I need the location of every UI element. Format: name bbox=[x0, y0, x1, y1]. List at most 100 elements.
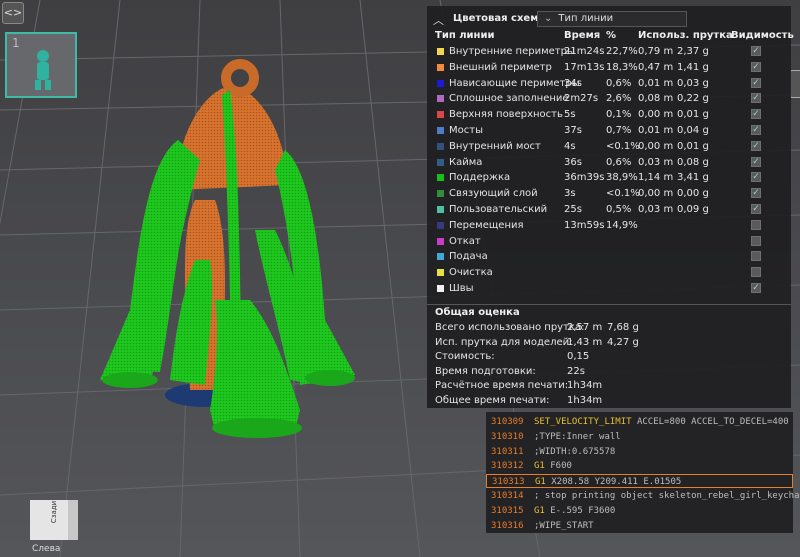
visibility-checkbox[interactable]: ✓ bbox=[751, 172, 761, 183]
estimate-row: Общее время печати: 1h34m bbox=[435, 395, 775, 409]
line-type-weight: 0,09 g bbox=[677, 204, 709, 215]
visibility-checkbox[interactable]: ✓ bbox=[751, 46, 761, 56]
gcode-line[interactable]: 310311 ;WIDTH:0.675578 bbox=[486, 445, 793, 459]
visibility-checkbox[interactable]: ✓ bbox=[751, 61, 761, 72]
gcode-args: F600 bbox=[544, 461, 572, 472]
visibility-checkbox[interactable]: ✓ bbox=[751, 93, 761, 104]
legend-row: Швы ✓ bbox=[427, 282, 791, 298]
line-type-name: Внутренние периметры bbox=[449, 46, 575, 57]
line-type-length: 0,47 m bbox=[638, 61, 674, 73]
visibility-checkbox[interactable] bbox=[751, 219, 761, 230]
gcode-line-text: G1 E-.595 F3600 bbox=[534, 506, 615, 516]
line-type-percent: 0,5% bbox=[606, 204, 632, 215]
gcode-viewer: 310309 SET_VELOCITY_LIMIT ACCEL=800 ACCEL… bbox=[486, 412, 800, 533]
estimate-label: Расчётное время печати: bbox=[435, 380, 569, 391]
sidebar-handle-icon[interactable] bbox=[790, 70, 800, 98]
gcode-line-text: SET_VELOCITY_LIMIT ACCEL=800 ACCEL_TO_DE… bbox=[534, 417, 789, 427]
line-type-percent: 22,7% bbox=[606, 46, 638, 57]
gcode-args: E-.595 F3600 bbox=[544, 505, 616, 516]
gcode-line[interactable]: 310314 ; stop printing object skeleton_re… bbox=[486, 489, 800, 503]
gcode-command: G1 bbox=[534, 505, 545, 516]
legend-row: Внутренний мост 4s <0.1% 0,00 m 0,01 g ✓ bbox=[427, 140, 791, 156]
gcode-line-current[interactable]: 310313 G1 X208.58 Y209.411 E.01505 bbox=[486, 474, 793, 489]
plate-thumbnail[interactable]: 1 bbox=[5, 32, 77, 98]
line-type-length: 0,00 m bbox=[638, 109, 674, 121]
line-type-length: 1,14 m bbox=[638, 172, 674, 184]
gcode-line-text: ;WIPE_START bbox=[534, 521, 594, 531]
view-cube-front[interactable] bbox=[30, 500, 68, 540]
gcode-line-number: 310311 bbox=[491, 446, 524, 457]
estimate-row: Расчётное время печати: 1h34m bbox=[435, 380, 775, 394]
estimate-row: Время подготовки: 22s bbox=[435, 366, 775, 380]
line-type-weight: 2,37 g bbox=[677, 46, 709, 57]
view-mode-select[interactable]: ⌄ Тип линии bbox=[537, 11, 687, 27]
color-swatch bbox=[437, 48, 444, 55]
gcode-line-text: ;WIDTH:0.675578 bbox=[534, 447, 615, 457]
line-type-length: 0,79 m bbox=[638, 46, 674, 57]
color-swatch bbox=[437, 95, 444, 103]
chevron-down-icon: ⌄ bbox=[544, 13, 553, 24]
line-type-percent: 0,7% bbox=[606, 125, 632, 136]
column-header-filament: Использ. прутка bbox=[638, 30, 733, 41]
line-type-name: Откат bbox=[449, 235, 481, 247]
line-type-percent: <0.1% bbox=[606, 140, 640, 152]
line-type-weight: 0,08 g bbox=[677, 156, 709, 168]
line-type-percent: 0,6% bbox=[606, 156, 632, 168]
estimate-label: Стоимость: bbox=[435, 351, 495, 362]
gcode-line[interactable]: 310309 SET_VELOCITY_LIMIT ACCEL=800 ACCEL… bbox=[486, 415, 793, 429]
visibility-checkbox[interactable]: ✓ bbox=[751, 77, 761, 88]
line-type-percent: 0,1% bbox=[606, 109, 632, 121]
visibility-checkbox[interactable] bbox=[751, 251, 761, 262]
estimate-title: Общая оценка bbox=[435, 307, 520, 318]
visibility-checkbox[interactable]: ✓ bbox=[751, 188, 761, 199]
visibility-checkbox[interactable]: ✓ bbox=[751, 156, 761, 167]
gcode-line-number: 310315 bbox=[491, 505, 524, 516]
gcode-line[interactable]: 310316 ;WIPE_START bbox=[486, 519, 793, 533]
visibility-checkbox[interactable]: ✓ bbox=[751, 283, 761, 293]
collapse-legend-icon[interactable]: ︿ bbox=[433, 12, 444, 28]
estimate-value-secondary: 7,68 g bbox=[607, 322, 639, 333]
line-type-name: Нависающие периметры bbox=[449, 77, 580, 89]
visibility-checkbox[interactable]: ✓ bbox=[751, 204, 761, 214]
gcode-command: SET_VELOCITY_LIMIT bbox=[534, 417, 632, 427]
view-cube-side[interactable] bbox=[68, 500, 78, 540]
gcode-args: ;TYPE:Inner wall bbox=[534, 431, 621, 442]
estimate-label: Исп. прутка для моделей: bbox=[435, 336, 573, 348]
legend-header: ︿ Цветовая схема ⌄ Тип линии bbox=[427, 10, 791, 30]
color-swatch bbox=[437, 158, 444, 166]
line-type-time: 36s bbox=[564, 156, 582, 168]
legend-row: Внутренние периметры 21m24s 22,7% 0,79 m 2,3… bbox=[427, 45, 791, 61]
gcode-line[interactable]: 310315 G1 E-.595 F3600 bbox=[486, 504, 793, 518]
legend-row: Откат bbox=[427, 235, 791, 251]
collapse-toggle-button[interactable]: <> bbox=[2, 2, 24, 24]
column-header-visibility: Видимость bbox=[731, 30, 794, 41]
estimate-label: Общее время печати: bbox=[435, 394, 550, 406]
line-type-name: Кайма bbox=[449, 156, 483, 168]
gcode-line-text: ; stop printing object skeleton_rebel_gi… bbox=[534, 491, 800, 501]
visibility-checkbox[interactable] bbox=[751, 267, 761, 278]
line-type-time: 25s bbox=[564, 204, 582, 215]
estimate-label: Время подготовки: bbox=[435, 365, 536, 377]
model-thumbnail-icon bbox=[35, 50, 51, 90]
line-type-length: 0,01 m bbox=[638, 125, 674, 136]
gcode-line[interactable]: 310312 G1 F600 bbox=[486, 459, 793, 473]
line-type-length: 0,03 m bbox=[638, 156, 674, 168]
visibility-checkbox[interactable]: ✓ bbox=[751, 125, 761, 135]
line-type-percent: 18,3% bbox=[606, 61, 638, 73]
visibility-checkbox[interactable]: ✓ bbox=[751, 109, 761, 120]
visibility-checkbox[interactable]: ✓ bbox=[751, 140, 761, 151]
line-type-percent: 0,6% bbox=[606, 77, 632, 89]
gcode-command: G1 bbox=[535, 477, 546, 488]
visibility-checkbox[interactable] bbox=[751, 235, 761, 246]
legend-row: Мосты 37s 0,7% 0,01 m 0,04 g ✓ bbox=[427, 124, 791, 140]
line-type-percent: <0.1% bbox=[606, 188, 640, 200]
line-type-name: Подача bbox=[449, 251, 488, 263]
estimate-value: 22s bbox=[567, 365, 585, 377]
estimate-row: Стоимость: 0,15 bbox=[435, 351, 775, 365]
legend-row: Подача bbox=[427, 250, 791, 266]
gcode-line-number: 310316 bbox=[491, 520, 524, 531]
gcode-line[interactable]: 310310 ;TYPE:Inner wall bbox=[486, 430, 793, 444]
line-type-name: Швы bbox=[449, 283, 474, 294]
view-mode-value: Тип линии bbox=[558, 13, 614, 24]
color-swatch bbox=[437, 253, 444, 261]
